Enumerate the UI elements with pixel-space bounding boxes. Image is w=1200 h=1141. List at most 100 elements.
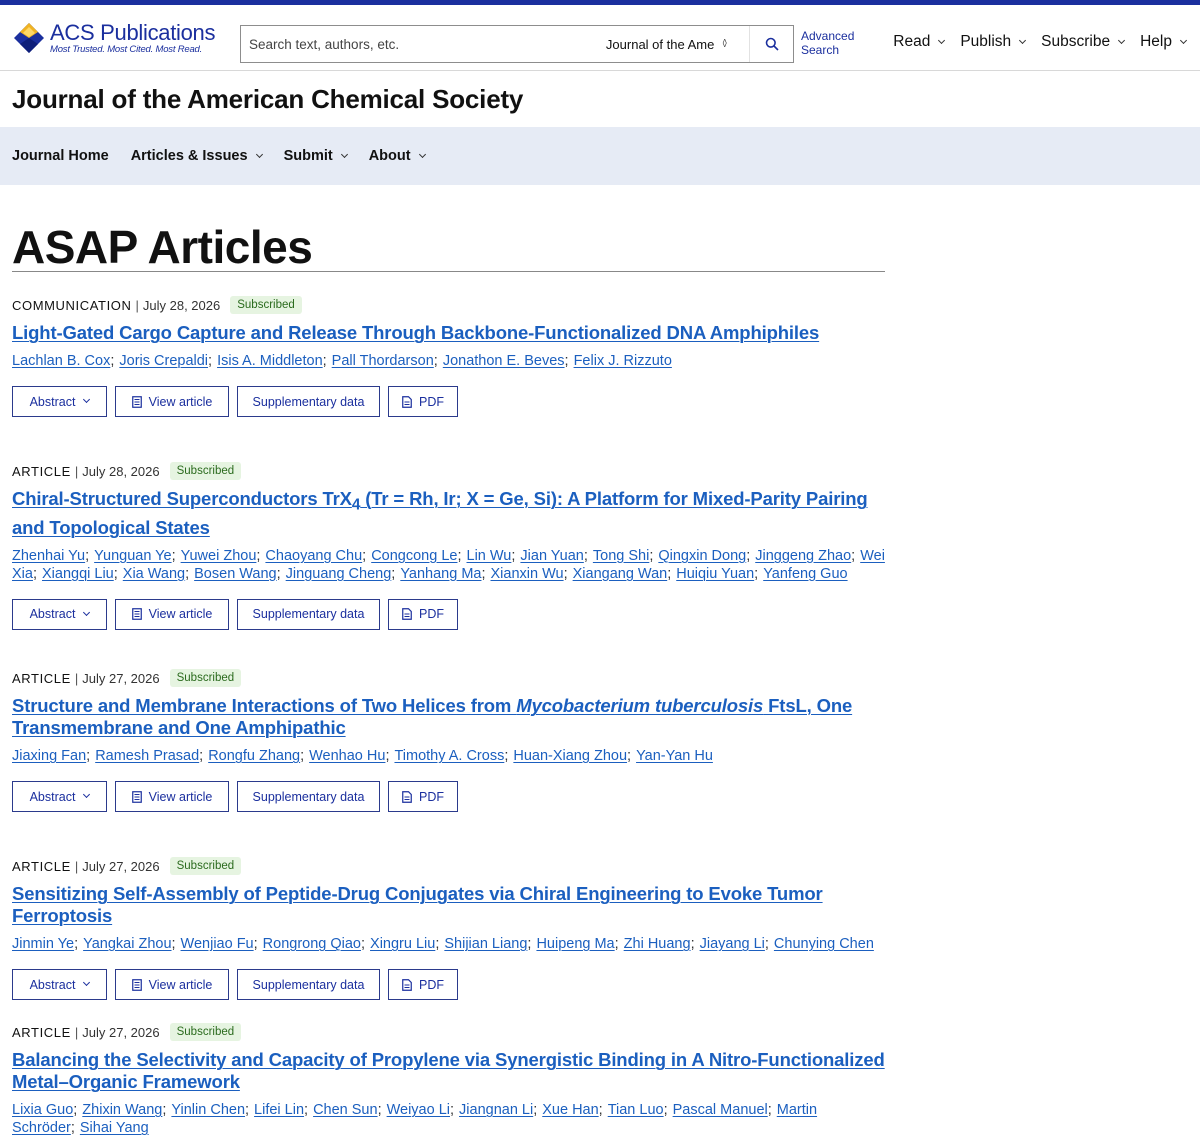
author-link[interactable]: Lin Wu [467,548,512,564]
document-icon [131,978,142,991]
author-link[interactable]: Jian Yuan [520,548,583,564]
author-separator: ; [253,936,258,952]
author-link[interactable]: Rongfu Zhang [208,748,300,764]
article-title-link[interactable]: Balancing the Selectivity and Capacity o… [12,1049,888,1093]
author-link[interactable]: Timothy A. Cross [394,748,504,764]
author-link[interactable]: Yangkai Zhou [83,936,171,952]
advanced-search-link[interactable]: Advanced Search [801,29,859,57]
subnav-about[interactable]: About [369,148,426,164]
author-link[interactable]: Jinggeng Zhao [755,548,851,564]
supplementary-data-button[interactable]: Supplementary data [237,781,380,812]
author-link[interactable]: Huan-Xiang Zhou [513,748,627,764]
author-link[interactable]: Felix J. Rizzuto [574,353,672,369]
abstract-button[interactable]: Abstract [12,386,107,417]
view-article-button[interactable]: View article [115,969,229,1000]
author-link[interactable]: Congcong Le [371,548,457,564]
author-link[interactable]: Jinguang Cheng [286,566,392,582]
author-link[interactable]: Wenjiao Fu [181,936,254,952]
search-scope-select[interactable]: Journal of the Ame ˄ ˅ [606,37,727,52]
author-link[interactable]: Sihai Yang [80,1120,149,1136]
author-link[interactable]: Zhenhai Yu [12,548,85,564]
subnav-journal-home[interactable]: Journal Home [12,148,109,164]
author-separator: ; [450,1102,455,1118]
abstract-button[interactable]: Abstract [12,969,107,1000]
page-title: ASAP Articles [12,221,313,273]
author-link[interactable]: Jiayang Li [700,936,765,952]
abstract-button[interactable]: Abstract [12,781,107,812]
author-separator: ; [171,936,176,952]
author-link[interactable]: Pascal Manuel [673,1102,768,1118]
article-date: July 28, 2026 [142,297,221,313]
supplementary-data-button[interactable]: Supplementary data [237,386,380,417]
author-link[interactable]: Xia Wang [123,566,185,582]
author-link[interactable]: Ramesh Prasad [95,748,199,764]
abstract-button[interactable]: Abstract [12,598,107,630]
pdf-icon [402,395,412,408]
author-link[interactable]: Yinlin Chen [171,1102,245,1118]
author-link[interactable]: Xiangqi Liu [42,566,114,582]
author-link[interactable]: Qingxin Dong [658,548,746,564]
author-link[interactable]: Pall Thordarson [332,353,434,369]
author-link[interactable]: Xingru Liu [370,936,435,952]
view-article-button[interactable]: View article [115,781,229,812]
author-link[interactable]: Bosen Wang [194,566,276,582]
author-link[interactable]: Lifei Lin [254,1102,304,1118]
article-title-link[interactable]: Chiral-Structured Superconductors TrX4 (… [12,488,888,539]
author-separator: ; [563,565,568,582]
author-link[interactable]: Yan-Yan Hu [636,748,713,764]
search-button[interactable] [749,26,793,62]
author-link[interactable]: Chen Sun [313,1102,378,1118]
author-separator: ; [199,748,204,764]
pdf-button[interactable]: PDF [388,969,458,1000]
author-link[interactable]: Yanfeng Guo [763,566,847,582]
author-link[interactable]: Jonathon E. Beves [443,353,565,369]
article-title-link[interactable]: Structure and Membrane Interactions of T… [12,695,888,739]
author-link[interactable]: Shijian Liang [444,936,527,952]
topnav-read[interactable]: Read [893,33,946,51]
author-link[interactable]: Wenhao Hu [309,748,385,764]
author-link[interactable]: Yanhang Ma [400,566,481,582]
article-type: ARTICLE [12,463,71,479]
author-link[interactable]: Chaoyang Chu [265,548,362,564]
author-link[interactable]: Jinmin Ye [12,936,74,952]
author-separator: ; [86,748,91,764]
subnav-submit[interactable]: Submit [284,148,348,164]
author-link[interactable]: Isis A. Middleton [217,353,323,369]
author-link[interactable]: Lixia Guo [12,1102,73,1118]
view-article-button[interactable]: View article [115,598,229,630]
author-link[interactable]: Joris Crepaldi [119,353,208,369]
author-link[interactable]: Weiyao Li [387,1102,450,1118]
pdf-button[interactable]: PDF [388,598,458,630]
author-link[interactable]: Tong Shi [593,548,649,564]
author-link[interactable]: Jiangnan Li [459,1102,533,1118]
author-separator: ; [764,936,769,952]
search-input[interactable] [241,26,606,62]
author-link[interactable]: Huipeng Ma [536,936,614,952]
author-link[interactable]: Zhixin Wang [82,1102,162,1118]
author-link[interactable]: Xianxin Wu [491,566,564,582]
acs-logo[interactable]: ACS Publications Most Trusted. Most Cite… [12,21,215,55]
view-article-button[interactable]: View article [115,386,229,417]
pdf-button[interactable]: PDF [388,386,458,417]
author-link[interactable]: Yuwei Zhou [181,548,257,564]
author-link[interactable]: Huiqiu Yuan [676,566,754,582]
author-link[interactable]: Chunying Chen [774,936,874,952]
journal-title[interactable]: Journal of the American Chemical Society [12,84,523,115]
author-link[interactable]: Yunguan Ye [94,548,171,564]
author-link[interactable]: Zhi Huang [624,936,691,952]
topnav-subscribe[interactable]: Subscribe [1041,33,1126,51]
topnav-help[interactable]: Help [1140,33,1188,51]
article-title-link[interactable]: Sensitizing Self-Assembly of Peptide-Dru… [12,883,888,927]
author-link[interactable]: Xiangang Wan [573,566,668,582]
pdf-button[interactable]: PDF [388,781,458,812]
subnav-articles-issues[interactable]: Articles & Issues [131,148,263,164]
author-link[interactable]: Jiaxing Fan [12,748,86,764]
author-link[interactable]: Xue Han [542,1102,598,1118]
author-link[interactable]: Rongrong Qiao [263,936,361,952]
article-title-link[interactable]: Light-Gated Cargo Capture and Release Th… [12,322,888,344]
author-link[interactable]: Tian Luo [608,1102,664,1118]
topnav-publish[interactable]: Publish [960,33,1027,51]
supplementary-data-button[interactable]: Supplementary data [237,598,380,630]
supplementary-data-button[interactable]: Supplementary data [237,969,380,1000]
author-link[interactable]: Lachlan B. Cox [12,353,110,369]
